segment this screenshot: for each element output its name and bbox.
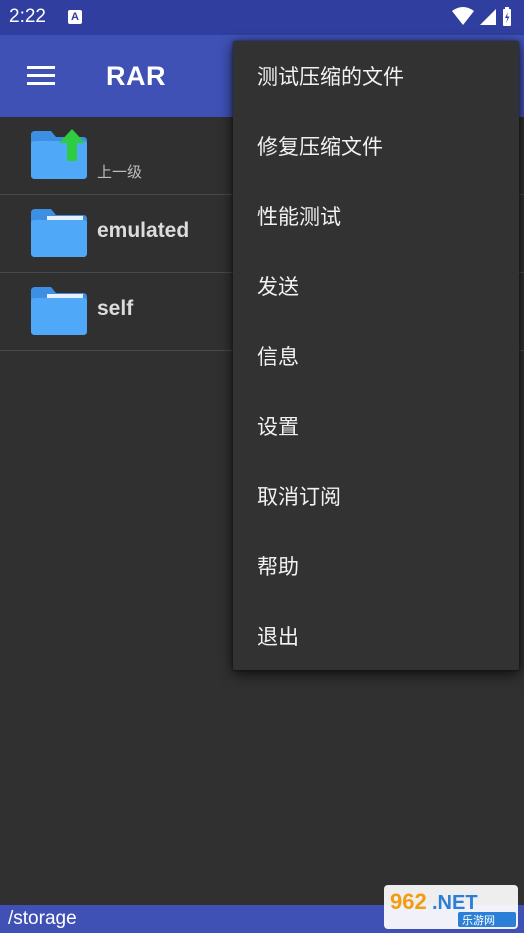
watermark-logo: 962 .NET 乐游网 [384, 885, 518, 929]
menu-item-test-archive[interactable]: 测试压缩的文件 [233, 41, 519, 111]
status-time: 2:22 [9, 6, 46, 27]
signal-icon [480, 9, 496, 25]
notification-a-icon: A [68, 10, 82, 24]
svg-text:乐游网: 乐游网 [462, 914, 495, 927]
hamburger-menu-icon[interactable] [27, 66, 55, 86]
status-bar: 2:22 A [0, 0, 524, 35]
svg-text:962: 962 [390, 889, 427, 914]
folder-icon [31, 287, 87, 335]
folder-icon [31, 209, 87, 257]
current-path: /storage [8, 908, 77, 929]
folder-name: self [97, 297, 134, 320]
overflow-menu: 测试压缩的文件 修复压缩文件 性能测试 发送 信息 设置 取消订阅 帮助 退出 [233, 41, 519, 670]
menu-item-settings[interactable]: 设置 [233, 391, 519, 461]
wifi-icon [452, 7, 474, 25]
menu-item-info[interactable]: 信息 [233, 321, 519, 391]
menu-item-help[interactable]: 帮助 [233, 531, 519, 601]
folder-name: emulated [97, 219, 190, 242]
parent-folder-label: 上一级 [97, 163, 143, 181]
battery-charging-icon [503, 7, 511, 26]
svg-text:.NET: .NET [432, 892, 478, 914]
menu-item-unsubscribe[interactable]: 取消订阅 [233, 461, 519, 531]
menu-item-send[interactable]: 发送 [233, 251, 519, 321]
menu-item-repair-archive[interactable]: 修复压缩文件 [233, 111, 519, 181]
folder-up-icon [31, 129, 87, 179]
app-title: RAR [106, 61, 166, 91]
menu-item-exit[interactable]: 退出 [233, 601, 519, 671]
menu-item-benchmark[interactable]: 性能测试 [233, 181, 519, 251]
status-icons [452, 7, 511, 26]
